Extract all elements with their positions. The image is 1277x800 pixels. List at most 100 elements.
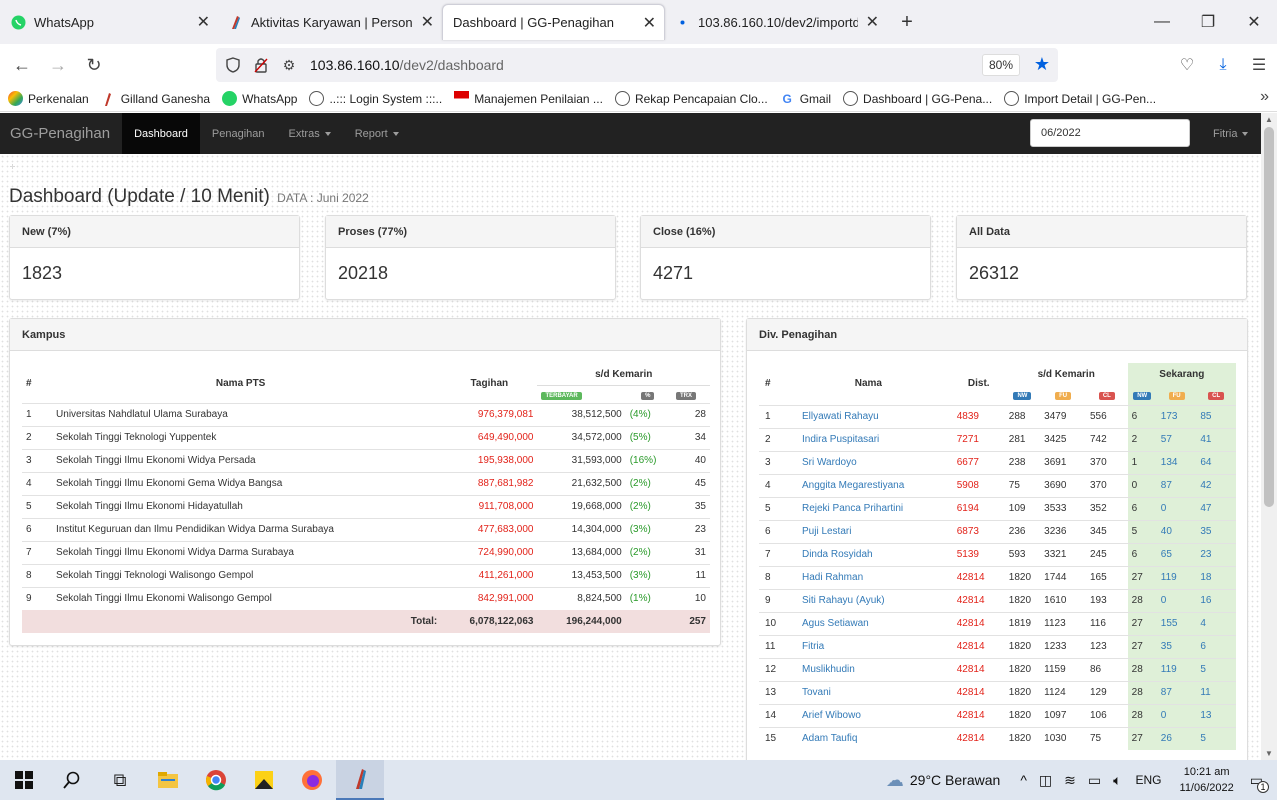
cell-name-link[interactable]: Indira Puspitasari (783, 427, 953, 451)
cell-name-link[interactable]: Muslikhudin (783, 657, 953, 681)
language-indicator[interactable]: ENG (1136, 773, 1162, 787)
cell-name-link[interactable]: Dinda Rosyidah (783, 542, 953, 566)
pocket-icon[interactable]: ♡ (1169, 48, 1205, 82)
bookmark-item[interactable]: Import Detail | GG-Pen... (1004, 91, 1156, 106)
cell-name-link[interactable]: Rejeki Panca Prihartini (783, 496, 953, 520)
app-brand[interactable]: GG-Penagihan (0, 125, 122, 142)
weather-text[interactable]: 29°C Berawan (910, 772, 1000, 788)
col-no: # (765, 378, 771, 390)
close-icon[interactable]: ✕ (858, 12, 879, 32)
weather-cloud-icon[interactable]: ☁ (886, 770, 904, 791)
zoom-level[interactable]: 80% (981, 54, 1020, 76)
nav-dashboard[interactable]: Dashboard (122, 113, 200, 154)
cell-dist: 42814 (952, 611, 1005, 635)
firefox-icon[interactable] (288, 760, 336, 800)
cell-pct: (2%) (625, 494, 670, 518)
search-icon[interactable] (48, 760, 96, 800)
close-icon[interactable]: ✕ (413, 12, 434, 32)
cell-nw: 1820 (1004, 726, 1041, 750)
site-logo-icon (100, 91, 116, 106)
cell-name-link[interactable]: Adam Taufiq (783, 726, 953, 750)
clock-date: 11/06/2022 (1179, 782, 1234, 794)
col-now-fu: FU (1156, 385, 1197, 405)
clock[interactable]: 10:21 am 11/06/2022 (1180, 764, 1234, 796)
forward-arrow-icon[interactable]: → (40, 49, 76, 81)
tab-importdetail[interactable]: 103.86.160.10/dev2/importdetail ✕ (665, 0, 887, 44)
scrollbar-thumb[interactable] (1264, 127, 1274, 507)
url-text[interactable]: 103.86.160.10/dev2/dashboard (310, 57, 504, 73)
volume-icon[interactable]: 🔈︎ (1113, 772, 1121, 789)
cell-name-link[interactable]: Agus Setiawan (783, 611, 953, 635)
chevron-up-icon[interactable]: ^ (1020, 772, 1027, 788)
page-scrollbar[interactable]: ▲ ▼ (1261, 113, 1277, 760)
cell-name-link[interactable]: Fitria (783, 634, 953, 658)
url-bar[interactable]: ⚙ 103.86.160.10/dev2/dashboard 80% ★ (216, 48, 1058, 82)
chrome-icon[interactable] (192, 760, 240, 800)
menu-icon[interactable]: ☰ (1241, 48, 1277, 82)
cell-no: 4 (22, 471, 41, 495)
cell-cl: 742 (1085, 427, 1128, 451)
tab-dashboard[interactable]: Dashboard | GG-Penagihan ✕ (442, 4, 665, 40)
nav-extras[interactable]: Extras (277, 113, 343, 154)
windows-start-icon[interactable] (0, 760, 48, 800)
bookmark-item[interactable]: G Gmail (779, 91, 831, 106)
chevron-right-double-icon[interactable]: » (1260, 88, 1269, 106)
cell-name-link[interactable]: Sri Wardoyo (783, 450, 953, 474)
bookmark-item[interactable]: Perkenalan (8, 91, 89, 106)
restore-icon[interactable]: ❐ (1185, 0, 1231, 44)
shield-icon[interactable] (222, 54, 244, 76)
cell-tagihan: 411,261,000 (441, 563, 538, 587)
cell-name-link[interactable]: Tovani (783, 680, 953, 704)
scroll-up-icon[interactable]: ▲ (1265, 115, 1273, 124)
notification-icon[interactable]: ▭ 1 (1250, 772, 1269, 793)
permissions-icon[interactable]: ⚙ (278, 54, 300, 76)
task-view-icon[interactable]: ⧉ (96, 760, 144, 800)
period-input[interactable]: 06/2022 (1030, 119, 1190, 147)
cell-no: 2 (759, 427, 784, 451)
bookmark-item[interactable]: Manajemen Penilaian ... (454, 91, 603, 106)
tab-aktivitas[interactable]: Aktivitas Karyawan | Personalia ✕ (218, 0, 442, 44)
user-menu[interactable]: Fitria (1213, 113, 1249, 154)
tab-label: WhatsApp (34, 14, 94, 30)
battery-icon[interactable]: ▭ (1088, 772, 1101, 789)
cell-name-link[interactable]: Puji Lestari (783, 519, 953, 543)
meet-icon[interactable]: ◫ (1039, 772, 1052, 789)
cell-name-link[interactable]: Arief Wibowo (783, 703, 953, 727)
cell-nw: 109 (1004, 496, 1041, 520)
cell-name-link[interactable]: Siti Rahayu (Ayuk) (783, 588, 953, 612)
bookmark-item[interactable]: Dashboard | GG-Pena... (843, 91, 992, 106)
insecure-lock-icon[interactable] (250, 54, 272, 76)
new-tab-button[interactable]: + (887, 0, 927, 44)
close-icon[interactable]: ✕ (635, 13, 656, 33)
nav-penagihan[interactable]: Penagihan (200, 113, 277, 154)
file-explorer-icon[interactable] (144, 760, 192, 800)
stat-proses: Proses (77%) 20218 (325, 215, 616, 300)
nav-report[interactable]: Report (343, 113, 411, 154)
bookmark-item[interactable]: WhatsApp (222, 91, 297, 106)
sticky-notes-icon[interactable] (240, 760, 288, 800)
bookmark-item[interactable]: Rekap Pencapaian Clo... (614, 91, 768, 106)
col-tagihan: Tagihan (470, 378, 509, 390)
reload-icon[interactable]: ↻ (76, 49, 112, 81)
scroll-down-icon[interactable]: ▼ (1265, 749, 1273, 758)
bookmark-star-icon[interactable]: ★ (1034, 54, 1050, 75)
close-window-icon[interactable]: ✕ (1231, 0, 1277, 44)
bookmark-item[interactable]: Gilland Ganesha (100, 91, 210, 106)
app-icon-active[interactable] (336, 760, 384, 800)
tab-whatsapp[interactable]: WhatsApp ✕ (0, 0, 218, 44)
download-icon[interactable]: ⤓ (1205, 48, 1241, 82)
minimize-icon[interactable]: — (1139, 0, 1185, 44)
back-arrow-icon[interactable]: ← (4, 49, 40, 81)
cell-name-link[interactable]: Anggita Megarestiyana (783, 473, 953, 497)
cell-nw: 1820 (1004, 565, 1041, 589)
table-row: 4 Anggita Megarestiyana 5908 75 3690 370 0 87 42 (759, 473, 1236, 497)
bookmark-item[interactable]: ..::: Login System :::.. (309, 91, 442, 106)
table-row: 13 Tovani 42814 1820 1124 129 28 87 11 (759, 680, 1236, 704)
wifi-icon[interactable]: ≋ (1064, 772, 1076, 789)
windows-taskbar: ⧉ ☁ 29°C Berawan ^ ◫ ≋ ▭ 🔈︎ ENG 10:21 am… (0, 760, 1277, 800)
cell-name-link[interactable]: Ellyawati Rahayu (783, 404, 953, 428)
cell-name-link[interactable]: Hadi Rahman (783, 565, 953, 589)
cell-name: Sekolah Tinggi Ilmu Ekonomi Widya Darma … (40, 540, 442, 564)
cell-dist: 4839 (952, 404, 1005, 428)
close-icon[interactable]: ✕ (189, 12, 210, 32)
